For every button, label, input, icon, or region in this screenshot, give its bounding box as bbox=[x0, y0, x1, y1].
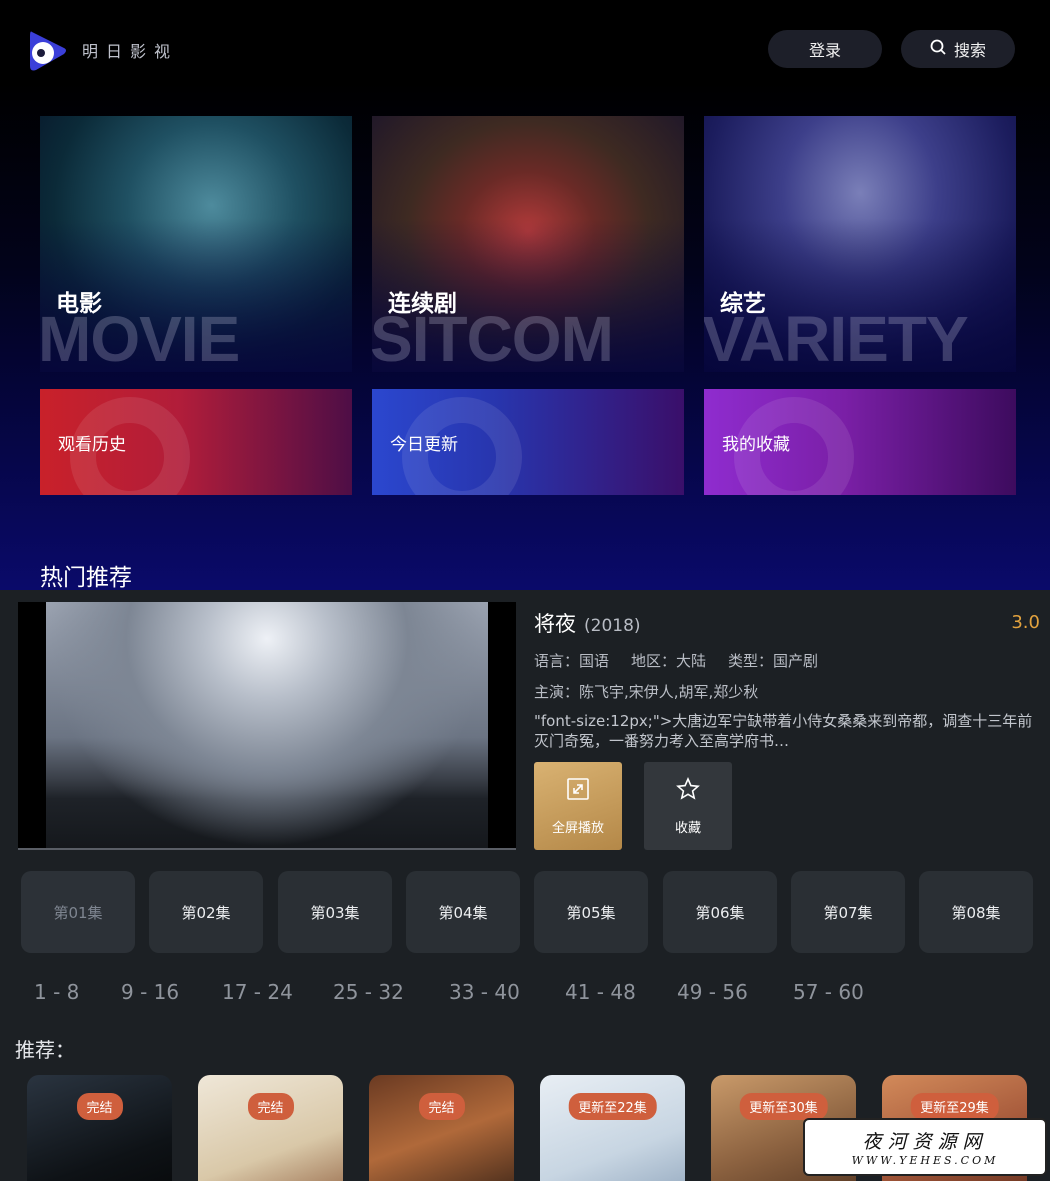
star-icon bbox=[676, 776, 700, 805]
episode-label: 第06集 bbox=[695, 903, 745, 922]
category-tile-variety[interactable]: VARIETY 综艺 bbox=[704, 116, 1016, 372]
episode-button[interactable]: 第02集 bbox=[149, 871, 263, 953]
status-badge: 完结 bbox=[247, 1093, 294, 1120]
episode-range-tab[interactable]: 9 - 16 bbox=[121, 980, 179, 1004]
category-label: 电影 bbox=[56, 291, 102, 317]
watermark-en: WWW.YEHES.COM bbox=[851, 1154, 999, 1167]
search-button[interactable]: 搜索 bbox=[901, 30, 1015, 68]
show-year: (2018) bbox=[584, 616, 641, 636]
quick-link-today-update[interactable]: 今日更新 bbox=[372, 389, 684, 495]
video-player[interactable] bbox=[18, 602, 516, 850]
category-tile-sitcom[interactable]: SITCOM 连续剧 bbox=[372, 116, 684, 372]
site-watermark: 夜河资源网 WWW.YEHES.COM bbox=[803, 1118, 1047, 1176]
episode-range-tab[interactable]: 41 - 48 bbox=[565, 980, 636, 1004]
category-label: 连续剧 bbox=[388, 291, 457, 317]
episode-range-tab[interactable]: 49 - 56 bbox=[677, 980, 748, 1004]
recommend-poster[interactable]: 更新至22集 bbox=[540, 1075, 685, 1181]
recommend-poster[interactable]: 完结 bbox=[27, 1075, 172, 1181]
watermark-cn: 夜河资源网 bbox=[862, 1131, 988, 1153]
collect-label: 收藏 bbox=[674, 820, 701, 836]
recommend-title: 推荐： bbox=[15, 1038, 75, 1062]
status-badge: 更新至30集 bbox=[739, 1093, 828, 1120]
episode-button[interactable]: 第06集 bbox=[663, 871, 777, 953]
video-frame bbox=[46, 602, 488, 848]
fullscreen-label: 全屏播放 bbox=[551, 820, 604, 836]
fullscreen-icon bbox=[566, 777, 590, 805]
show-meta: 语言：国语 地区：大陆 类型：国产剧 bbox=[534, 650, 818, 671]
show-rating: 3.0 bbox=[1011, 612, 1040, 633]
search-label: 搜索 bbox=[953, 41, 986, 60]
episode-label: 第05集 bbox=[566, 903, 616, 922]
fullscreen-play-button[interactable]: 全屏播放 bbox=[534, 762, 622, 850]
show-region: 地区：大陆 bbox=[631, 652, 707, 670]
app-logo[interactable] bbox=[28, 28, 68, 72]
episode-button[interactable]: 第04集 bbox=[406, 871, 520, 953]
login-label: 登录 bbox=[808, 41, 841, 60]
show-cast: 主演：陈飞宇,宋伊人,胡军,郑少秋 bbox=[534, 683, 759, 701]
status-badge: 更新至29集 bbox=[910, 1093, 999, 1120]
login-button[interactable]: 登录 bbox=[768, 30, 882, 68]
brand-name: 明日影视 bbox=[82, 42, 179, 61]
status-badge: 更新至22集 bbox=[568, 1093, 657, 1120]
recommend-poster[interactable]: 完结 bbox=[198, 1075, 343, 1181]
top-area: 明日影视 登录 搜索 MOVIE 电影 SITCOM 连续剧 VARIETY 综… bbox=[0, 0, 1050, 590]
category-tile-movie[interactable]: MOVIE 电影 bbox=[40, 116, 352, 372]
episode-range-tab[interactable]: 33 - 40 bbox=[449, 980, 520, 1004]
status-badge: 完结 bbox=[418, 1093, 465, 1120]
collect-button[interactable]: 收藏 bbox=[644, 762, 732, 850]
episode-label: 第02集 bbox=[181, 903, 231, 922]
episode-button[interactable]: 第05集 bbox=[534, 871, 648, 953]
episode-button[interactable]: 第01集 bbox=[21, 871, 135, 953]
episode-range-tab[interactable]: 17 - 24 bbox=[222, 980, 293, 1004]
episode-button[interactable]: 第08集 bbox=[919, 871, 1033, 953]
episode-label: 第01集 bbox=[53, 903, 103, 922]
status-badge: 完结 bbox=[76, 1093, 123, 1120]
category-label: 综艺 bbox=[720, 291, 766, 317]
episode-label: 第03集 bbox=[310, 903, 360, 922]
search-icon bbox=[930, 39, 946, 59]
recommend-poster[interactable]: 完结 bbox=[369, 1075, 514, 1181]
quick-link-favorites[interactable]: 我的收藏 bbox=[704, 389, 1016, 495]
episode-label: 第08集 bbox=[951, 903, 1001, 922]
episode-range-tab[interactable]: 25 - 32 bbox=[333, 980, 404, 1004]
show-language: 语言：国语 bbox=[534, 652, 610, 670]
episode-button[interactable]: 第03集 bbox=[278, 871, 392, 953]
section-title-hot: 热门推荐 bbox=[40, 565, 132, 590]
episode-range-tab[interactable]: 57 - 60 bbox=[793, 980, 864, 1004]
episode-label: 第07集 bbox=[823, 903, 873, 922]
show-genre: 类型：国产剧 bbox=[728, 652, 819, 670]
show-title-row: 将夜 (2018) bbox=[534, 608, 641, 638]
episode-label: 第04集 bbox=[438, 903, 488, 922]
show-title: 将夜 bbox=[534, 612, 576, 636]
quick-link-history[interactable]: 观看历史 bbox=[40, 389, 352, 495]
episode-range-tab[interactable]: 1 - 8 bbox=[34, 980, 79, 1004]
episode-button[interactable]: 第07集 bbox=[791, 871, 905, 953]
show-description: "font-size:12px;">大唐边军宁缺带着小侍女桑桑来到帝都，调查十三… bbox=[534, 712, 1033, 750]
